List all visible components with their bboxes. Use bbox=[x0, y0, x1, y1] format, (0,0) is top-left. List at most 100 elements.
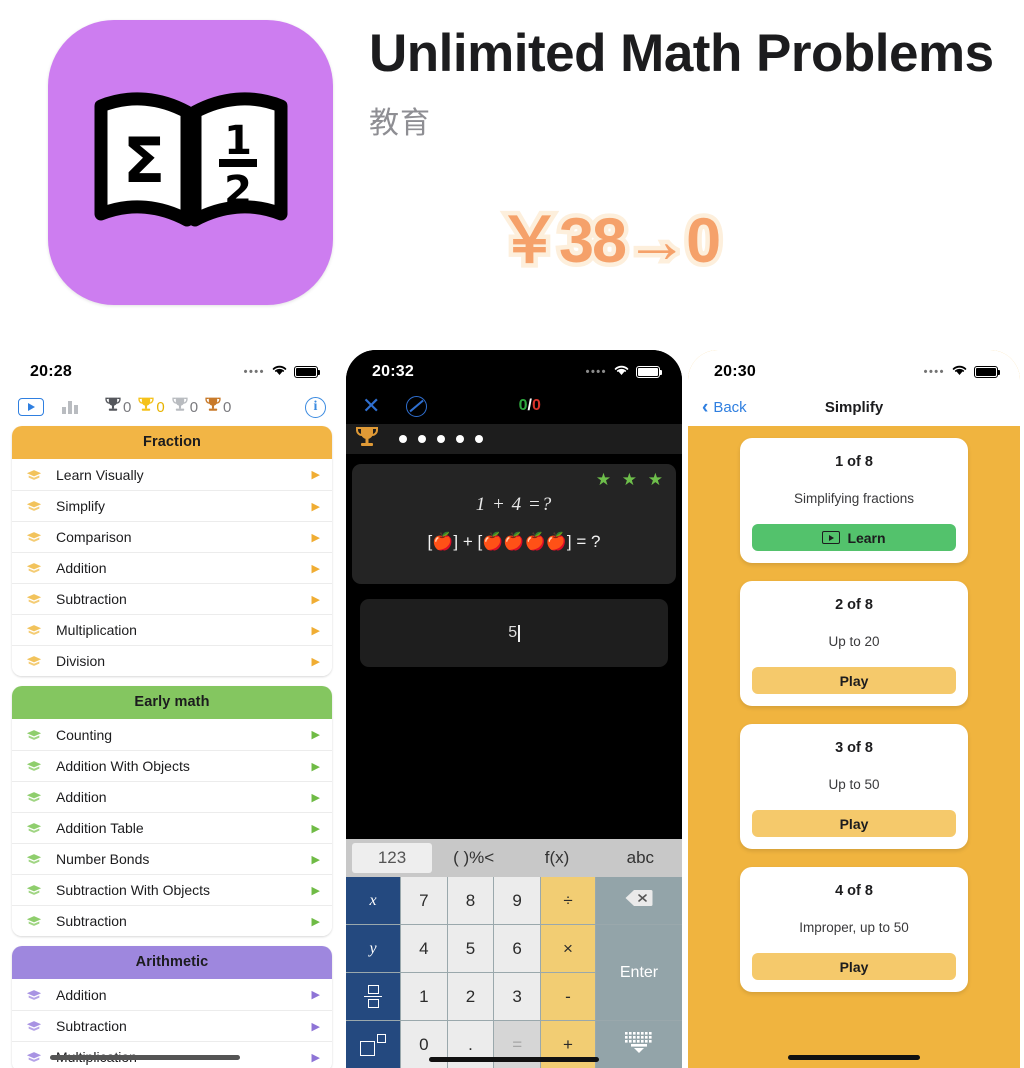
graduation-cap-icon bbox=[26, 655, 44, 667]
keyboard-tab-abc[interactable]: abc bbox=[599, 839, 682, 877]
key-7[interactable]: 7 bbox=[401, 877, 447, 924]
key-4[interactable]: 4 bbox=[401, 925, 447, 972]
list-item[interactable]: Addition ▶ bbox=[12, 552, 332, 583]
list-item-label: Comparison bbox=[56, 529, 132, 545]
chevron-right-icon: ▶ bbox=[311, 760, 320, 773]
trophy-counters: 0 0 0 0 bbox=[104, 396, 305, 418]
trophy-count: 0 bbox=[189, 398, 199, 416]
svg-text:Σ: Σ bbox=[122, 124, 164, 197]
answer-input[interactable]: 5 bbox=[360, 599, 668, 667]
stats-bar-icon[interactable] bbox=[62, 400, 78, 414]
list-item[interactable]: Number Bonds ▶ bbox=[12, 843, 332, 874]
level-card: 1 of 8 Simplifying fractions Learn bbox=[740, 438, 968, 563]
key-variable-x[interactable]: x bbox=[346, 877, 400, 924]
list-item-label: Subtraction bbox=[56, 1018, 127, 1034]
chevron-right-icon: ▶ bbox=[311, 729, 320, 741]
list-item[interactable]: Addition Table ▶ bbox=[12, 812, 332, 843]
info-icon[interactable]: i bbox=[305, 396, 326, 418]
graduation-cap-icon bbox=[26, 915, 44, 927]
key-6[interactable]: 6 bbox=[494, 925, 540, 972]
key-divide[interactable]: ÷ bbox=[541, 877, 595, 924]
scroll-indicator[interactable] bbox=[50, 1055, 240, 1060]
list-item[interactable]: Addition ▶ bbox=[12, 979, 332, 1010]
level-card: 2 of 8 Up to 20 Play bbox=[740, 581, 968, 706]
play-icon[interactable] bbox=[18, 398, 44, 416]
trophy-icon bbox=[137, 396, 155, 418]
key-1[interactable]: 1 bbox=[401, 973, 447, 1020]
graduation-cap-icon bbox=[26, 822, 44, 834]
keyboard-tab-fx[interactable]: f(x) bbox=[515, 839, 598, 877]
app-title: Unlimited Math Problems bbox=[369, 24, 994, 83]
difficulty-stars: ★ ★ ★ bbox=[595, 470, 666, 489]
key-2[interactable]: 2 bbox=[447, 973, 494, 1020]
progress-dot bbox=[456, 435, 464, 443]
graduation-cap-icon bbox=[26, 593, 44, 605]
key-9[interactable]: 9 bbox=[494, 877, 540, 924]
list-item[interactable]: Counting ▶ bbox=[12, 719, 332, 750]
list-item[interactable]: Subtraction ▶ bbox=[12, 583, 332, 614]
status-clock: 20:28 bbox=[30, 363, 72, 380]
math-keyboard: 123( )%< f(x) abc x 7 8 9 ÷ y 4 5 6 × Enter 1 2 3-0. = + bbox=[346, 839, 682, 1068]
screenshot-right-phone: 20:30 •••• ‹ Back Simplify 1 of 8 Simpli… bbox=[688, 350, 1020, 1068]
progress-bar bbox=[346, 424, 682, 454]
learn-button[interactable]: Learn bbox=[752, 524, 956, 551]
screenshot-middle-phone: 20:32 •••• ✕ 0/0 ★ ★ ★ 1 + 4 =? [🍎] + [🍎… bbox=[346, 350, 682, 1068]
key-dismiss-keyboard[interactable] bbox=[596, 1021, 682, 1068]
key-minus[interactable]: - bbox=[541, 973, 595, 1020]
key-power[interactable] bbox=[346, 1021, 400, 1068]
key-enter[interactable]: Enter bbox=[596, 925, 682, 1020]
list-item-label: Addition bbox=[56, 986, 107, 1003]
list-item-label: Division bbox=[56, 653, 106, 669]
graduation-cap-icon bbox=[26, 531, 44, 543]
button-label: Learn bbox=[847, 529, 886, 546]
chevron-right-icon: ▶ bbox=[311, 469, 320, 481]
home-indicator bbox=[429, 1057, 599, 1062]
category-items: Counting ▶ Addition With Objects ▶ Addit… bbox=[12, 719, 332, 936]
keyboard-tab-[interactable]: ( )%< bbox=[432, 839, 515, 877]
level-card-list: 1 of 8 Simplifying fractions Learn 2 of … bbox=[688, 426, 1020, 992]
list-item-label: Addition With Objects bbox=[56, 758, 190, 774]
progress-dots bbox=[399, 435, 483, 443]
chevron-right-icon: ▶ bbox=[311, 531, 320, 544]
list-item[interactable]: Addition With Objects ▶ bbox=[12, 750, 332, 781]
chevron-right-icon: ▶ bbox=[311, 915, 320, 928]
list-item[interactable]: Subtraction ▶ bbox=[12, 1010, 332, 1041]
key-3[interactable]: 3 bbox=[494, 973, 540, 1020]
list-item-label: Number Bonds bbox=[56, 851, 150, 867]
key-5[interactable]: 5 bbox=[447, 925, 494, 972]
key-fraction[interactable] bbox=[346, 973, 400, 1020]
key-variable-y[interactable]: y bbox=[346, 925, 400, 972]
trophy-count: 0 bbox=[156, 398, 165, 416]
status-clock: 20:32 bbox=[372, 363, 414, 380]
key-multiply[interactable]: × bbox=[541, 925, 595, 972]
close-icon[interactable]: ✕ bbox=[362, 395, 380, 417]
chevron-right-icon: ▶ bbox=[311, 500, 320, 513]
trophy-icon bbox=[104, 396, 122, 418]
list-item[interactable]: Subtraction ▶ bbox=[12, 905, 332, 936]
play-button[interactable]: Play bbox=[752, 667, 956, 694]
play-button[interactable]: Play bbox=[752, 953, 956, 980]
key-8[interactable]: 8 bbox=[447, 877, 494, 924]
key-backspace[interactable] bbox=[596, 877, 682, 924]
graduation-cap-icon bbox=[26, 624, 44, 636]
app-icon: Σ 1 2 bbox=[48, 20, 333, 305]
list-item[interactable]: Subtraction With Objects ▶ bbox=[12, 874, 332, 905]
battery-icon bbox=[974, 366, 1000, 378]
play-button[interactable]: Play bbox=[752, 810, 956, 837]
promo-header: Σ 1 2 Unlimited Math Problems 教育 ￥38→0 bbox=[0, 0, 1024, 340]
power-icon bbox=[360, 1033, 386, 1056]
keyboard-tab-123[interactable]: 123 bbox=[352, 843, 432, 873]
list-item[interactable]: Learn Visually ▶ bbox=[12, 459, 332, 490]
list-item[interactable]: Comparison ▶ bbox=[12, 521, 332, 552]
chevron-right-icon: ▶ bbox=[311, 822, 320, 835]
book-sigma-fraction-icon: Σ 1 2 bbox=[91, 88, 291, 238]
category-title: Early math bbox=[12, 686, 332, 719]
list-item[interactable]: Multiplication ▶ bbox=[12, 614, 332, 645]
list-item[interactable]: Simplify ▶ bbox=[12, 490, 332, 521]
skip-icon[interactable] bbox=[406, 395, 428, 417]
list-item[interactable]: Addition ▶ bbox=[12, 781, 332, 812]
trophy-counter-0: 0 bbox=[104, 396, 131, 418]
list-item[interactable]: Division ▶ bbox=[12, 645, 332, 676]
dismiss-keyboard-icon bbox=[622, 1030, 656, 1059]
status-bar-left: 20:28 •••• bbox=[4, 350, 340, 388]
